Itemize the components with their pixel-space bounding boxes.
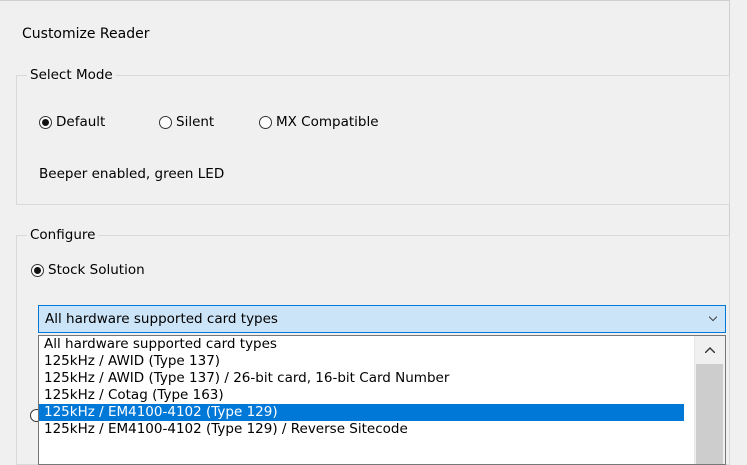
radio-stock-solution-label: Stock Solution [48,262,145,278]
radio-stock-solution[interactable]: Stock Solution [31,262,145,278]
list-item-selected[interactable]: 125kHz / EM4100-4102 (Type 129) [39,404,684,421]
radio-default[interactable]: Default [39,114,105,130]
chevron-down-icon[interactable] [709,315,717,323]
radio-button-icon[interactable] [31,263,44,277]
dialog-frame: Customize Reader Select Mode Default Sil… [0,0,730,465]
radio-button-icon[interactable] [259,115,272,129]
radio-silent-label: Silent [176,114,215,130]
configure-legend: Configure [27,227,99,243]
combo-value: All hardware supported card types [45,311,278,327]
list-item[interactable]: 125kHz / AWID (Type 137) / 26-bit card, … [39,370,684,387]
select-mode-legend: Select Mode [27,67,116,83]
list-item[interactable]: 125kHz / Cotag (Type 163) [39,387,684,404]
list-item[interactable]: 125kHz / EM4100-4102 (Type 129) / Revers… [39,421,684,438]
radio-button-icon[interactable] [39,115,52,129]
list-item[interactable]: All hardware supported card types [39,336,684,353]
card-type-combobox[interactable]: All hardware supported card types [38,305,726,333]
select-mode-group: Select Mode Default Silent MX Compatible… [16,67,730,205]
card-type-dropdown-list[interactable]: All hardware supported card types 125kHz… [38,335,726,465]
scroll-thumb[interactable] [696,364,723,464]
scroll-up-button[interactable] [695,336,725,364]
list-item[interactable]: 125kHz / AWID (Type 137) [39,353,684,370]
radio-button-icon[interactable] [159,115,172,129]
radio-mx-compatible-label: MX Compatible [276,114,379,130]
mode-description: Beeper enabled, green LED [39,166,225,182]
dropdown-scrollbar[interactable] [694,336,725,464]
radio-default-label: Default [56,114,106,130]
radio-mx-compatible[interactable]: MX Compatible [259,114,379,130]
chevron-up-icon [705,347,715,353]
dialog-title: Customize Reader [22,26,150,42]
radio-silent[interactable]: Silent [159,114,214,130]
